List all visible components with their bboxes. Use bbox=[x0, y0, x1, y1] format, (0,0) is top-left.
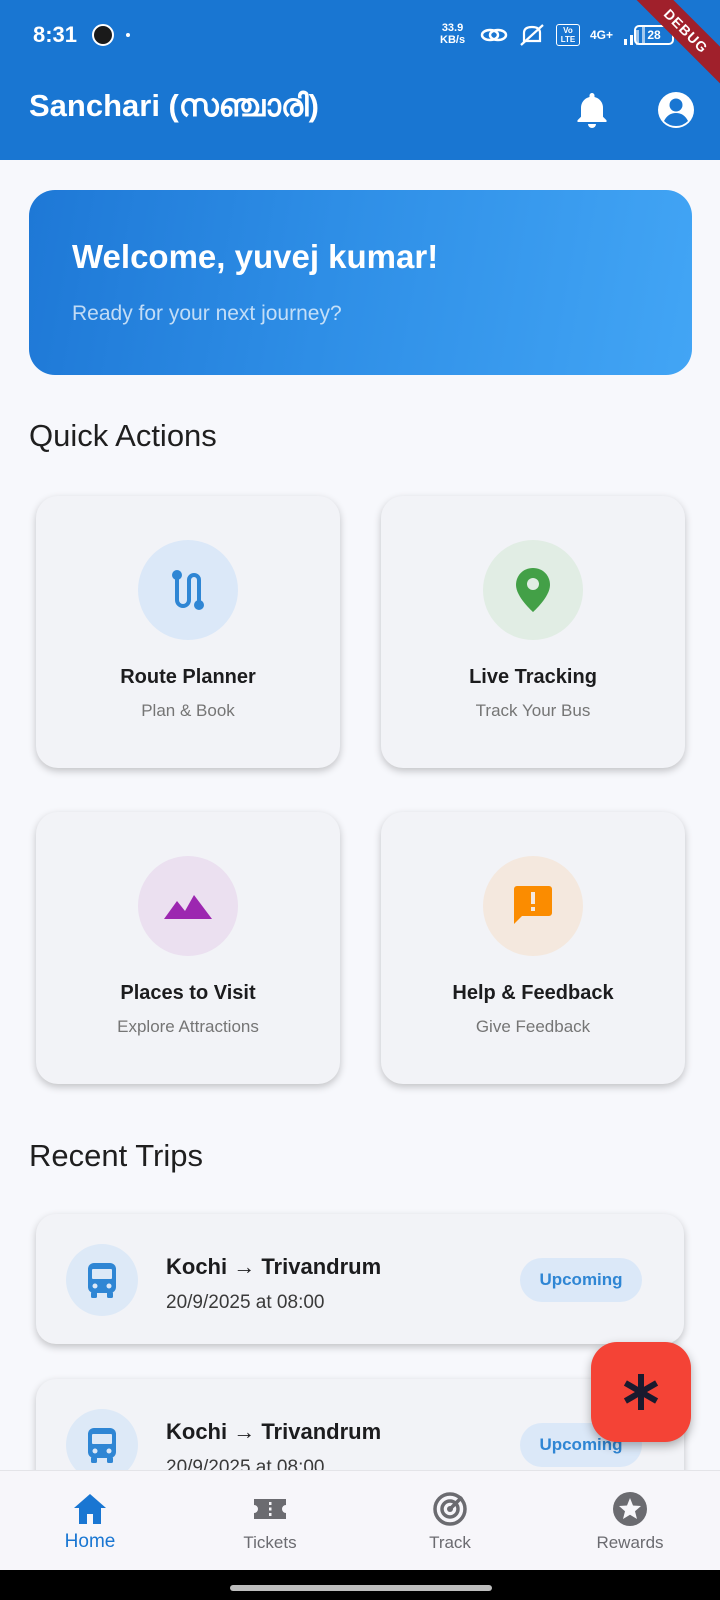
trip-route: Kochi → Trivandrum bbox=[166, 1419, 382, 1444]
live-tracking-card[interactable]: Live Tracking Track Your Bus bbox=[381, 496, 685, 768]
landscape-icon bbox=[164, 895, 212, 919]
places-to-visit-card[interactable]: Places to Visit Explore Attractions bbox=[36, 812, 340, 1084]
nav-label-track: Track bbox=[429, 1533, 471, 1552]
live-tracking-subtitle: Track Your Bus bbox=[475, 701, 591, 720]
bell-icon[interactable] bbox=[574, 90, 610, 130]
places-to-visit-subtitle: Explore Attractions bbox=[117, 1017, 259, 1036]
nav-label-home: Home bbox=[64, 1531, 116, 1552]
help-feedback-title: Help & Feedback bbox=[452, 982, 614, 1004]
welcome-banner: Welcome, yuvej kumar! Ready for your nex… bbox=[29, 190, 692, 375]
status-time: 8:31 bbox=[33, 22, 78, 47]
nav-item-tickets[interactable]: Tickets bbox=[180, 1471, 360, 1571]
quick-actions-heading: Quick Actions bbox=[29, 418, 217, 453]
volte-icon: Vo LTE bbox=[556, 24, 580, 46]
nav-item-home[interactable]: Home bbox=[0, 1471, 180, 1571]
nav-item-rewards[interactable]: Rewards bbox=[540, 1471, 720, 1571]
nav-label-rewards: Rewards bbox=[596, 1533, 664, 1552]
account-circle-icon[interactable] bbox=[656, 90, 696, 130]
app-title: Sanchari (സഞ്ചാരി) bbox=[29, 88, 319, 123]
star-badge-icon bbox=[613, 1492, 647, 1526]
network-speed-value: 33.9 bbox=[441, 22, 464, 34]
landscape-icon-circle bbox=[138, 856, 238, 956]
bottom-navigation: Home Tickets Track Rewards bbox=[0, 1470, 720, 1570]
asterisk-icon bbox=[623, 1374, 659, 1410]
home-gesture-bar[interactable] bbox=[230, 1585, 492, 1591]
bus-icon bbox=[88, 1428, 116, 1463]
link-icon bbox=[480, 28, 508, 42]
trip-card[interactable]: Kochi → Trivandrum 20/9/2025 at 08:00 Up… bbox=[36, 1214, 684, 1344]
fab-button[interactable] bbox=[591, 1342, 691, 1442]
route-planner-subtitle: Plan & Book bbox=[141, 701, 235, 720]
nav-item-track[interactable]: Track bbox=[360, 1471, 540, 1571]
route-planner-card[interactable]: Route Planner Plan & Book bbox=[36, 496, 340, 768]
help-feedback-subtitle: Give Feedback bbox=[475, 1017, 591, 1036]
status-icons: Vo LTE 4G+ bbox=[480, 22, 647, 48]
status-bar: 8:31 33.9 KB/s Vo LTE 4G+ 28 DEBUG bbox=[0, 0, 720, 97]
debug-banner: DEBUG bbox=[620, 0, 720, 97]
help-feedback-card[interactable]: Help & Feedback Give Feedback bbox=[381, 812, 685, 1084]
trip-status-badge: Upcoming bbox=[520, 1258, 642, 1302]
nav-label-tickets: Tickets bbox=[243, 1533, 297, 1552]
recent-trips-heading: Recent Trips bbox=[29, 1138, 204, 1173]
network-speed: 33.9 KB/s bbox=[440, 22, 465, 46]
location-pin-icon bbox=[516, 568, 550, 612]
mute-icon bbox=[520, 24, 544, 46]
bus-icon bbox=[88, 1263, 116, 1298]
trip-route: Kochi → Trivandrum bbox=[166, 1254, 382, 1279]
live-tracking-title: Live Tracking bbox=[469, 666, 597, 688]
network-speed-unit: KB/s bbox=[440, 34, 466, 46]
route-planner-title: Route Planner bbox=[120, 666, 256, 688]
notification-dot-icon bbox=[126, 33, 130, 37]
trip-datetime: 20/9/2025 at 08:00 bbox=[166, 1292, 325, 1313]
bus-icon-circle bbox=[66, 1244, 138, 1316]
radar-icon bbox=[433, 1492, 467, 1526]
clock-notification-icon bbox=[92, 24, 114, 46]
feedback-icon bbox=[514, 886, 552, 924]
network-type: 4G+ bbox=[590, 28, 614, 42]
welcome-title: Welcome, yuvej kumar! bbox=[72, 238, 439, 275]
battery-level: 28 bbox=[647, 28, 661, 42]
feedback-icon-circle bbox=[483, 856, 583, 956]
route-icon-circle bbox=[138, 540, 238, 640]
welcome-subtitle: Ready for your next journey? bbox=[72, 302, 342, 325]
ticket-icon bbox=[254, 1499, 286, 1519]
app-header: 8:31 33.9 KB/s Vo LTE 4G+ 28 DEBUG Sanch… bbox=[0, 0, 720, 160]
route-icon bbox=[172, 570, 204, 610]
places-to-visit-title: Places to Visit bbox=[120, 982, 256, 1004]
location-icon-circle bbox=[483, 540, 583, 640]
home-icon bbox=[74, 1494, 106, 1524]
